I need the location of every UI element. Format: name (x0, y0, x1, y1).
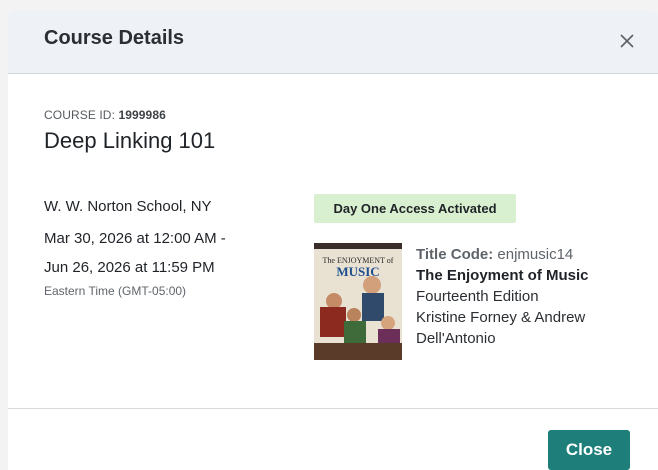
book-authors: Kristine Forney & Andrew Dell'Antonio (416, 309, 586, 347)
book-cover-image: The ENJOYMENT of MUSIC (314, 243, 402, 360)
close-button[interactable]: Close (548, 430, 630, 470)
close-icon[interactable] (618, 32, 636, 50)
modal-title: Course Details (44, 27, 185, 49)
modal-header: Course Details (8, 10, 658, 74)
course-id-value: 1999986 (118, 108, 166, 122)
course-start-date: Mar 30, 2026 at 12:00 AM - (44, 230, 226, 247)
cover-title-main: MUSIC (336, 264, 379, 279)
title-code-value: enjmusic14 (497, 246, 574, 263)
course-name: Deep Linking 101 (44, 128, 216, 153)
day-one-access-badge: Day One Access Activated (314, 194, 516, 223)
course-end-date: Jun 26, 2026 at 11:59 PM (44, 259, 215, 276)
school-name: W. W. Norton School, NY (44, 198, 212, 215)
course-details-modal: Course Details COURSE ID: 1999986 Deep L… (8, 10, 658, 470)
timezone: Eastern Time (GMT-05:00) (44, 284, 187, 298)
footer-divider (8, 408, 658, 409)
course-id: COURSE ID: 1999986 (44, 108, 166, 122)
book-info: Title Code: enjmusic14 The Enjoyment of … (416, 244, 646, 349)
title-code: Title Code: enjmusic14 (416, 244, 646, 265)
book-edition: Fourteenth Edition (416, 288, 539, 305)
course-id-label: COURSE ID: (44, 108, 116, 122)
title-code-label: Title Code: (416, 246, 494, 263)
book-title: The Enjoyment of Music (416, 267, 589, 284)
